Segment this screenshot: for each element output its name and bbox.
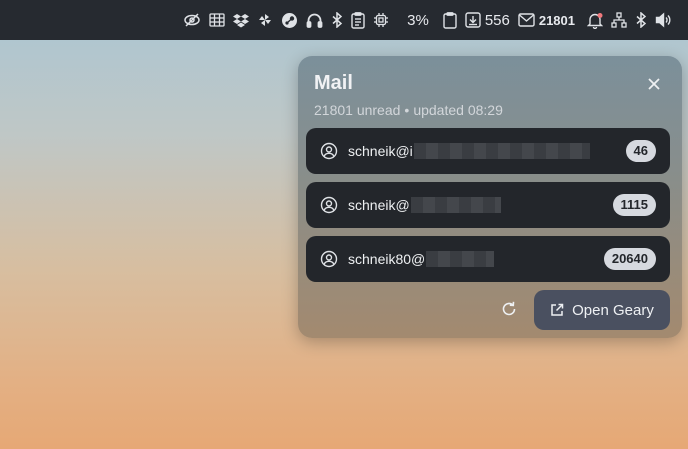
unread-badge: 46 [625,140,656,162]
unread-status: 21801 unread [314,102,401,118]
close-icon [648,78,660,90]
top-bar: 3% 556 21801 [0,0,688,40]
downloads-tray[interactable]: 556 [461,0,514,40]
dropbox-icon [233,13,250,27]
pinwheel-tray[interactable] [253,0,277,40]
bluetooth-tray[interactable] [631,0,651,40]
separator-dot: • [404,102,410,118]
account-row-2[interactable]: schneik@ 1115 [306,182,670,228]
volume-tray[interactable] [651,0,676,40]
clipboard-list-tray[interactable] [347,0,369,40]
user-circle-icon [320,250,338,268]
account-email: schneik@ [348,197,410,213]
headset-tray[interactable] [302,0,327,40]
bluetooth-tray-left[interactable] [327,0,347,40]
refresh-icon [502,301,516,316]
notifications-tray[interactable] [579,0,607,40]
grid-tray[interactable] [205,0,229,40]
clipboard-tray[interactable] [433,0,461,40]
bell-icon [587,12,603,29]
redacted-block [410,197,501,213]
steam-icon [282,12,298,28]
pinwheel-icon [259,14,272,26]
account-row-1[interactable]: schneik@i 46 [306,128,670,174]
open-geary-button[interactable]: Open Geary [534,290,670,330]
account-email: schneik@i [348,143,413,159]
close-button[interactable] [642,72,666,96]
grid-icon [209,13,225,27]
network-icon [611,12,627,28]
download-icon [465,12,481,28]
mail-unread-count: 21801 [538,12,575,28]
clipboard-icon [443,11,457,29]
unread-badge: 1115 [612,194,656,216]
account-row-3[interactable]: schneik80@ 20640 [306,236,670,282]
updated-status: updated 08:29 [413,102,503,118]
bluetooth-icon [636,12,647,28]
open-geary-label: Open Geary [572,301,654,319]
redacted-block [413,143,590,159]
mail-popup: Mail 21801 unread • updated 08:29 schneik@… [298,56,682,338]
refresh-button[interactable] [500,300,520,320]
steam-tray[interactable] [277,0,302,40]
external-link-icon [551,303,564,316]
bluetooth-icon [332,12,343,28]
battery-tray[interactable]: 3% [393,0,433,40]
account-email: schneik80@ [348,251,426,267]
user-circle-icon [320,196,338,214]
battery-percent: 3% [407,11,429,29]
user-circle-icon [320,142,338,160]
downloads-count: 556 [484,11,510,29]
redacted-block [426,251,495,267]
eye-tray[interactable] [179,0,205,40]
volume-icon [655,12,671,28]
cpu-icon [374,13,389,27]
popup-subtitle: 21801 unread • updated 08:29 [314,102,503,118]
eye-slash-icon [184,13,200,27]
cpu-tray[interactable] [369,0,393,40]
dropbox-tray[interactable] [229,0,253,40]
mail-tray[interactable]: 21801 [514,0,579,40]
mail-icon [518,13,535,27]
clipboard-list-icon [351,11,365,29]
unread-badge: 20640 [603,248,656,270]
network-tray[interactable] [607,0,631,40]
popup-title: Mail [314,72,353,94]
headset-icon [306,13,323,28]
